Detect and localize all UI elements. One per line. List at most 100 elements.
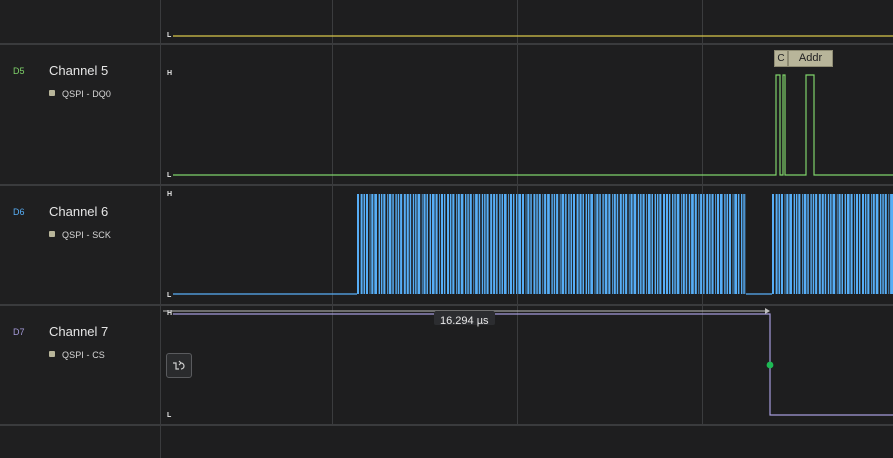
clock-gap bbox=[451, 194, 453, 294]
channel-row-6[interactable]: D6 Channel 6 QSPI - SCK H L bbox=[0, 186, 893, 304]
clock-gap bbox=[373, 194, 375, 294]
marker-dot bbox=[766, 361, 774, 369]
clock-gap bbox=[512, 194, 513, 294]
measurement-label[interactable]: 16.294 µs bbox=[434, 311, 495, 327]
clock-gap bbox=[744, 194, 746, 294]
clock-gap bbox=[558, 194, 560, 294]
clock-gap bbox=[600, 194, 603, 294]
clock-gap bbox=[650, 194, 652, 294]
clock-gap bbox=[359, 194, 361, 294]
channel-row-7[interactable]: D7 Channel 7 QSPI - CS H L 16.294 µs bbox=[0, 306, 893, 424]
clock-gap bbox=[886, 194, 889, 294]
clock-gap bbox=[849, 194, 851, 294]
clock-gap bbox=[866, 194, 868, 294]
clock-gap bbox=[708, 194, 710, 294]
clock-gap bbox=[537, 194, 539, 294]
channel-label-panel-top bbox=[0, 0, 160, 44]
clock-gap bbox=[814, 194, 816, 294]
clock-gap bbox=[569, 194, 571, 294]
clock-gap bbox=[670, 194, 672, 294]
analyzer-color-swatch bbox=[49, 351, 55, 357]
analyzer-color-swatch bbox=[49, 90, 55, 96]
channel-row-5[interactable]: D5 Channel 5 QSPI - DQ0 H L C Addr bbox=[0, 45, 893, 184]
clock-gap bbox=[593, 194, 595, 294]
measurement-value: 16.294 µs bbox=[440, 315, 489, 327]
clock-gap bbox=[725, 194, 727, 294]
clock-gap bbox=[454, 194, 456, 294]
clock-gap bbox=[422, 194, 424, 294]
channel-row-bottom bbox=[0, 426, 893, 458]
clock-gap bbox=[639, 194, 641, 294]
clock-gap bbox=[434, 194, 436, 294]
decoded-frame-command[interactable]: C bbox=[774, 50, 788, 67]
clock-gap bbox=[811, 194, 813, 294]
clock-gap bbox=[549, 194, 552, 294]
panel-divider[interactable] bbox=[160, 0, 161, 458]
clock-gap bbox=[687, 194, 689, 294]
analyzer-color-swatch bbox=[49, 231, 55, 237]
waveform-plot-5[interactable]: H L C Addr bbox=[161, 45, 893, 184]
clock-gap bbox=[411, 194, 413, 294]
clock-gap bbox=[405, 194, 407, 294]
clock-gap bbox=[719, 194, 720, 294]
clock-gap bbox=[500, 194, 502, 294]
clock-gap bbox=[733, 194, 735, 294]
channel-name[interactable]: Channel 5 bbox=[49, 63, 108, 78]
clock-gap bbox=[618, 194, 620, 294]
clock-gap bbox=[506, 194, 509, 294]
clock-gap bbox=[632, 194, 634, 294]
clock-gap bbox=[598, 194, 600, 294]
decoded-frame-label: C bbox=[777, 53, 785, 64]
clock-gap bbox=[566, 194, 569, 294]
analyzer-label[interactable]: QSPI - DQ0 bbox=[62, 89, 111, 99]
clock-gap bbox=[445, 194, 447, 294]
waveform-plot-6[interactable]: H L bbox=[161, 186, 893, 304]
channel-label-panel-5[interactable]: D5 Channel 5 QSPI - DQ0 bbox=[0, 45, 160, 184]
clock-gap bbox=[380, 194, 381, 294]
clock-gap bbox=[514, 194, 516, 294]
clock-gap bbox=[737, 194, 738, 294]
analyzer-label[interactable]: QSPI - CS bbox=[62, 350, 105, 360]
clock-gap bbox=[564, 194, 566, 294]
clock-gap bbox=[636, 194, 638, 294]
clock-gap bbox=[385, 194, 387, 294]
clock-gap bbox=[488, 194, 491, 294]
channel-label-panel-7[interactable]: D7 Channel 7 QSPI - CS bbox=[0, 306, 192, 424]
channel-label-panel-6[interactable]: D6 Channel 6 QSPI - SCK bbox=[0, 186, 160, 304]
channel-name[interactable]: Channel 7 bbox=[49, 324, 108, 339]
clock-gap bbox=[858, 194, 859, 294]
clock-gap bbox=[382, 194, 384, 294]
clock-gap bbox=[575, 194, 577, 294]
clock-gap bbox=[420, 194, 422, 294]
decoded-frame-address[interactable]: Addr bbox=[788, 50, 833, 67]
clock-gap bbox=[443, 194, 444, 294]
clock-gap bbox=[503, 194, 504, 294]
clock-gap bbox=[826, 194, 828, 294]
clock-gap bbox=[869, 194, 871, 294]
clock-gap bbox=[581, 194, 583, 294]
clock-gap bbox=[495, 194, 497, 294]
clock-gap bbox=[560, 194, 562, 294]
clock-gap bbox=[710, 194, 712, 294]
clock-gap bbox=[889, 194, 891, 294]
waveform-7 bbox=[163, 308, 893, 416]
clock-gap bbox=[535, 194, 537, 294]
clock-gap bbox=[806, 194, 808, 294]
waveform-plot-top[interactable]: L bbox=[161, 0, 893, 44]
channel-name[interactable]: Channel 6 bbox=[49, 204, 108, 219]
clock-gap bbox=[800, 194, 802, 294]
clock-gap bbox=[589, 194, 591, 294]
clock-gap bbox=[644, 194, 647, 294]
clock-gap bbox=[840, 194, 842, 294]
clock-gap bbox=[777, 194, 779, 294]
clock-gap bbox=[681, 194, 683, 294]
waveform-plot-7[interactable]: H L 16.294 µs bbox=[161, 306, 893, 424]
clock-gap bbox=[387, 194, 389, 294]
clock-gap bbox=[431, 194, 432, 294]
clock-gap bbox=[463, 194, 465, 294]
clock-gap bbox=[414, 194, 416, 294]
clock-gap bbox=[368, 194, 370, 294]
analyzer-label[interactable]: QSPI - SCK bbox=[62, 230, 111, 240]
clock-gap bbox=[774, 194, 776, 294]
clock-gap bbox=[883, 194, 885, 294]
